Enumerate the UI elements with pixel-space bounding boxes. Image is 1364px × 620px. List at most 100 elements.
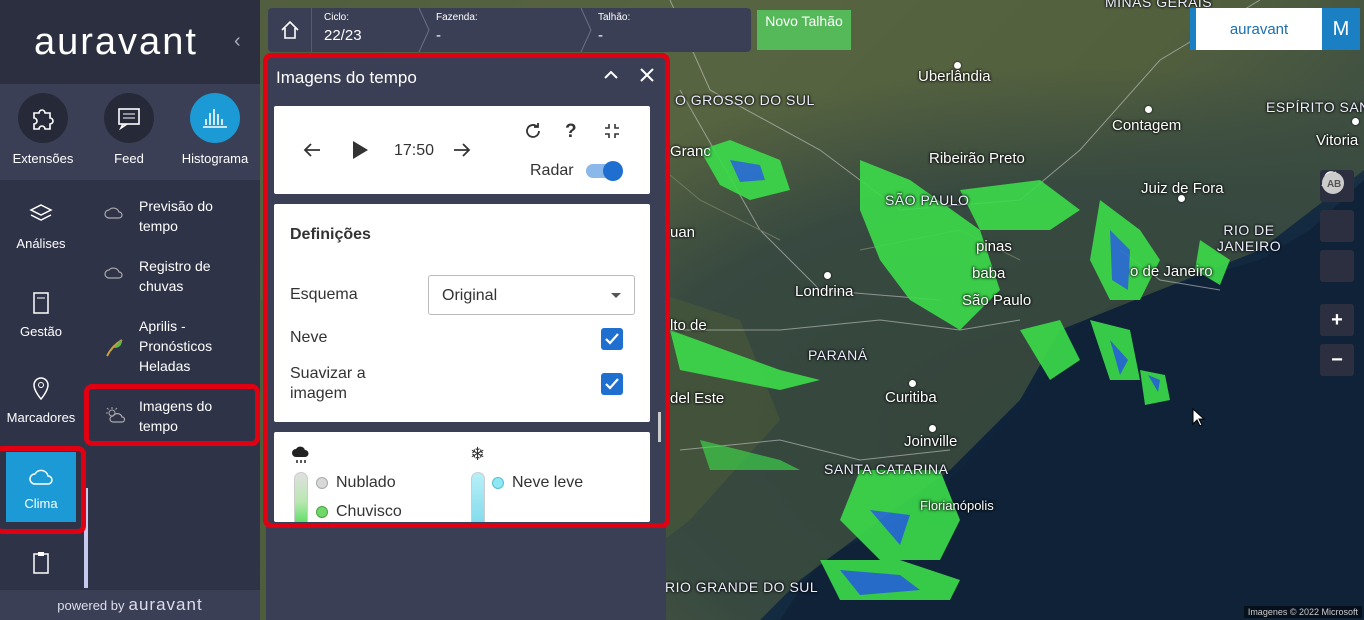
panel-title: Imagens do tempo	[276, 68, 417, 87]
quick-label: Histograma	[181, 151, 249, 166]
suavizar-checkbox[interactable]	[601, 373, 623, 395]
book-icon	[33, 292, 49, 314]
city-label: Ribeirão Preto	[929, 150, 1025, 167]
rain-cloud-icon	[292, 446, 309, 463]
chuvisco-swatch	[316, 506, 328, 518]
esquema-label: Esquema	[290, 286, 358, 303]
nav-label: Análises	[16, 236, 66, 251]
state-label: RIO DE JANEIRO	[1216, 222, 1282, 254]
previous-arrow-icon[interactable]	[302, 141, 322, 159]
sun-cloud-icon	[104, 406, 126, 429]
powered-brand: auravant	[128, 595, 203, 614]
refresh-icon[interactable]	[524, 122, 542, 140]
radar-toggle[interactable]	[586, 161, 623, 181]
pin-icon	[33, 377, 49, 401]
state-label: O GROSSO DO SUL	[675, 92, 815, 108]
radar-label: Radar	[530, 162, 574, 179]
talhao-selector[interactable]: Talhão: -	[586, 8, 746, 52]
definitions-heading: Definições	[290, 226, 371, 243]
neve-checkbox[interactable]	[601, 328, 623, 350]
account-avatar[interactable]: M	[1322, 8, 1360, 50]
city-label: Curitiba	[885, 389, 937, 406]
nav-gestao[interactable]: Gestão	[0, 290, 82, 339]
nav-clipboard[interactable]	[0, 550, 82, 576]
zoom-out-button[interactable]: −	[1320, 344, 1354, 376]
ciclo-label: Ciclo:	[324, 12, 350, 23]
submenu-label: Registro de chuvas	[139, 258, 211, 294]
snow-scale	[471, 472, 485, 522]
novo-talhao-button[interactable]: Novo Talhão	[757, 10, 851, 50]
legend-rain-label: Chuvisco	[336, 503, 402, 520]
esquema-select[interactable]: Original	[428, 275, 635, 315]
talhao-value: -	[598, 27, 603, 44]
city-label: Uberlândia	[918, 68, 991, 85]
city-label: del Este	[670, 390, 725, 407]
puzzle-icon	[18, 93, 68, 143]
collapse-sidebar-button[interactable]: ‹	[234, 30, 241, 53]
next-arrow-icon[interactable]	[452, 141, 472, 159]
minimize-icon[interactable]	[604, 123, 620, 139]
weather-images-panel: Imagens do tempo 17:50 ? Radar Definiçõe…	[266, 56, 666, 620]
neve-leve-swatch	[492, 477, 504, 489]
definitions-card: Definições Esquema Original Neve Suaviza…	[274, 204, 650, 422]
state-label: SÃO PAULO	[885, 192, 970, 208]
neve-label: Neve	[290, 329, 328, 346]
quick-extensoes[interactable]: Extensões	[0, 84, 86, 180]
fazenda-selector[interactable]: Fazenda: -	[424, 8, 592, 52]
compare-button[interactable]: AB	[1320, 172, 1354, 282]
city-label: pinas	[976, 238, 1012, 255]
state-label: PARANÁ	[808, 347, 868, 363]
snowflake-icon: ❄	[470, 444, 486, 464]
collapse-panel-icon[interactable]	[602, 66, 620, 84]
main-nav: Análises Gestão Marcadores Clima	[0, 180, 82, 590]
player-card: 17:50 ? Radar	[274, 106, 650, 194]
home-icon	[280, 20, 299, 39]
legend-snow-label: Neve leve	[512, 474, 584, 491]
account-menu[interactable]: auravant M	[1190, 8, 1360, 50]
histogram-icon	[190, 93, 240, 143]
play-icon[interactable]	[350, 139, 370, 161]
feed-icon	[104, 93, 154, 143]
rain-scale	[294, 472, 308, 522]
submenu-previsao[interactable]: Previsão do tempo	[88, 196, 260, 236]
zoom-in-button[interactable]: +	[1320, 304, 1354, 336]
home-button[interactable]	[268, 8, 312, 52]
clipboard-icon	[33, 552, 49, 574]
nav-analises[interactable]: Análises	[0, 202, 82, 251]
close-icon[interactable]	[638, 66, 656, 84]
sidebar: auravant ‹ Extensões Feed Histograma Aná…	[0, 0, 260, 620]
quick-actions: Extensões Feed Histograma	[0, 84, 260, 180]
ruler-button[interactable]	[1320, 171, 1354, 242]
submenu-label: Previsão do tempo	[139, 198, 213, 234]
quick-histograma[interactable]: Histograma	[172, 84, 258, 180]
panel-scrollbar[interactable]	[658, 412, 661, 442]
state-label: ESPÍRITO SANT	[1266, 99, 1364, 115]
submenu-label: Imagens do tempo	[139, 398, 213, 434]
submenu-imagens[interactable]: Imagens do tempo	[88, 396, 260, 436]
ciclo-selector[interactable]: Ciclo: 22/23	[312, 8, 430, 52]
brand-header: auravant ‹	[0, 0, 260, 84]
cloud-icon	[29, 469, 53, 485]
cloud-icon	[104, 206, 126, 225]
auravant-logo: auravant	[34, 20, 198, 63]
help-icon[interactable]: ?	[565, 121, 577, 143]
suavizar-label: Suavizar a imagem	[290, 365, 366, 402]
talhao-label: Talhão:	[598, 12, 631, 23]
submenu-registro[interactable]: Registro de chuvas	[88, 256, 260, 296]
nav-label: Gestão	[20, 324, 62, 339]
layers-icon	[29, 204, 53, 221]
city-label: o de Janeiro	[1130, 263, 1213, 280]
nav-clima[interactable]: Clima	[6, 452, 76, 522]
legend-rain-label: Nublado	[336, 474, 396, 491]
nav-marcadores[interactable]: Marcadores	[0, 376, 82, 425]
quick-feed[interactable]: Feed	[86, 84, 172, 180]
state-label: RIO GRANDE DO SUL	[665, 579, 819, 595]
mouse-cursor-icon	[1192, 408, 1206, 427]
quick-label: Extensões	[12, 151, 74, 166]
fazenda-value: -	[436, 27, 441, 44]
city-label: baba	[972, 265, 1006, 282]
city-label: Contagem	[1112, 117, 1182, 134]
submenu-aprilis[interactable]: Aprilis - Pronósticos Heladas	[88, 316, 260, 376]
city-label: Joinville	[904, 433, 958, 450]
quick-label: Feed	[114, 151, 144, 166]
